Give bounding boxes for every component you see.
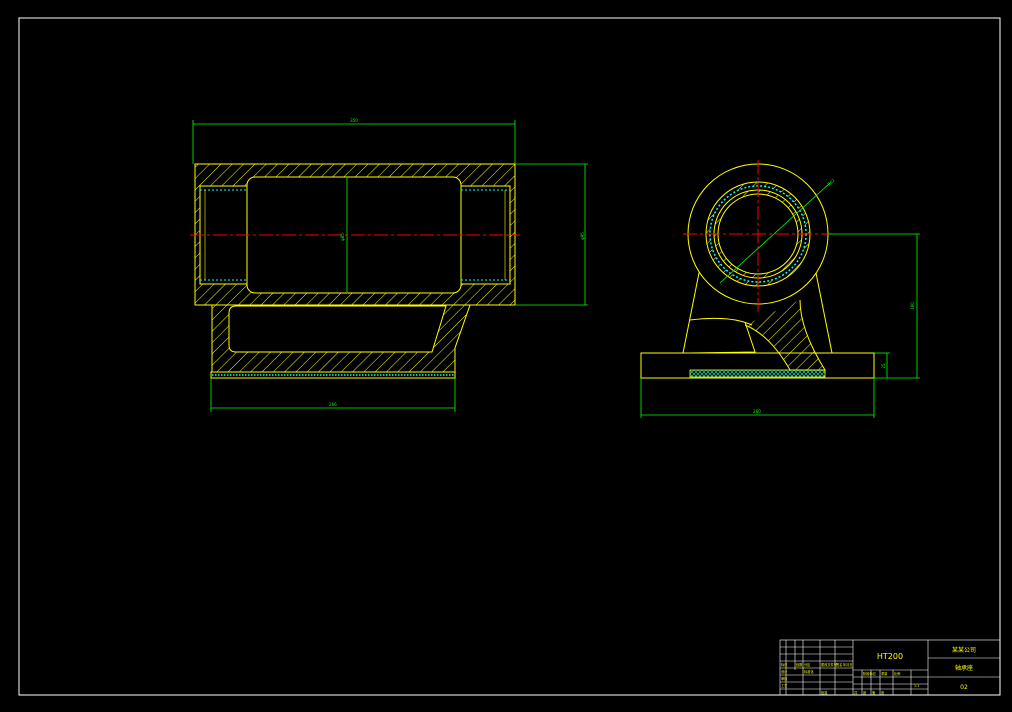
title-block-cell-label: 标准化 bbox=[804, 669, 814, 674]
title-block-company: 某某公司 bbox=[952, 647, 976, 654]
title-block-cells: 标记 处数 分区 更改文件号 签名 年月日设计 标准化审核工艺批准阶段标记 重量 比例共张第张1… bbox=[781, 662, 919, 695]
dim-front-base-width: 266 bbox=[329, 402, 337, 407]
title-block-cell-label: 分区 bbox=[804, 662, 811, 667]
title-block-cell-label: 审核 bbox=[781, 676, 788, 681]
title-block-cell-label: 重量 bbox=[881, 671, 888, 676]
title-block-cell-label: 阶段标记 bbox=[863, 671, 877, 676]
dim-front-bore: φ85 bbox=[340, 233, 345, 241]
title-block-cell-label: 工艺 bbox=[781, 683, 787, 688]
title-block-cell-label: 1:1 bbox=[914, 684, 919, 688]
title-block-cell-label: 张 bbox=[881, 690, 885, 695]
title-block-material: HT200 bbox=[877, 652, 903, 661]
title-block-cell-label: 批准 bbox=[821, 690, 828, 695]
drawing-border bbox=[18, 17, 1001, 696]
dim-front-height: φ95 bbox=[580, 232, 585, 240]
title-block-cell-label: 共 bbox=[854, 690, 858, 695]
side-view: R62 160 25 260 bbox=[640, 160, 920, 418]
title-block-drawing-no: 02 bbox=[960, 684, 968, 691]
dim-side-center-height: 160 bbox=[910, 302, 915, 310]
title-block-cell-label: 标记 bbox=[781, 662, 788, 667]
title-block-cell-label: 年月日 bbox=[843, 662, 853, 667]
title-block-cell-label: 签名 bbox=[836, 662, 842, 667]
dim-front-width: 350 bbox=[350, 118, 358, 123]
title-block-cell-label: 比例 bbox=[894, 671, 900, 676]
front-view: 350 φ95 φ85 266 bbox=[190, 118, 588, 412]
cad-drawing: 350 φ95 φ85 266 R62 160 25 260 HT200 某某公… bbox=[18, 17, 1001, 696]
title-block-cell-label: 更改文件号 bbox=[821, 662, 837, 667]
front-pedestal-cavity bbox=[228, 305, 447, 353]
dim-side-base-width: 260 bbox=[753, 409, 761, 414]
dim-side-radius: R62 bbox=[826, 177, 836, 186]
title-block-cell-label: 设计 bbox=[781, 669, 788, 674]
title-block-cell-label: 第 bbox=[872, 690, 876, 695]
dim-side-base-height: 25 bbox=[881, 363, 886, 369]
title-block-part-name: 轴承座 bbox=[955, 664, 973, 672]
title-block-cell-label: 处数 bbox=[796, 662, 803, 667]
title-block-cell-label: 张 bbox=[863, 690, 867, 695]
